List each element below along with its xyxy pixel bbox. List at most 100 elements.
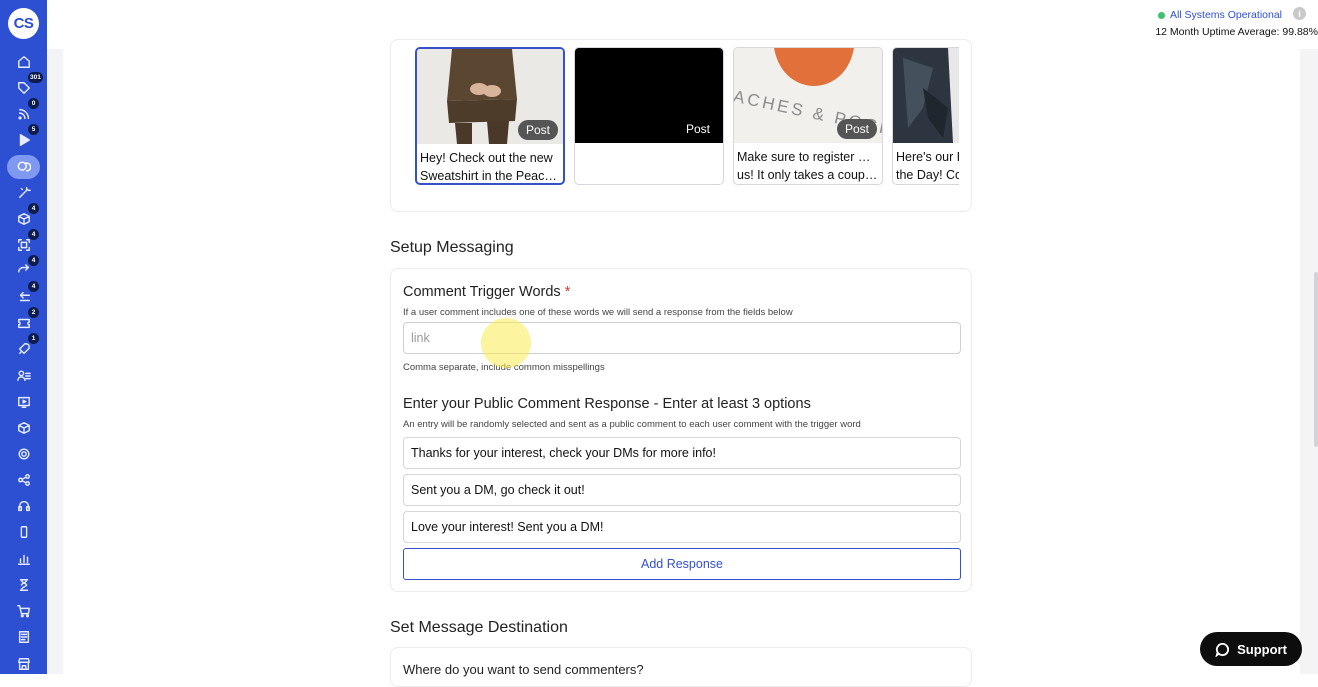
trigger-words-label: Comment Trigger Words * <box>403 284 570 300</box>
page: All Systems Operational i 12 Month Uptim… <box>47 0 1318 687</box>
sidebar-item-launch[interactable]: 1 <box>0 333 47 361</box>
badge: 301 <box>28 72 43 83</box>
public-response-label: Enter your Public Comment Response - Ent… <box>403 396 811 412</box>
trigger-words-hint: Comma separate, include common misspelli… <box>403 362 605 373</box>
main-content: Post Hey! Check out the new Sweatshirt i… <box>63 39 1300 687</box>
sidebar: CS 301 0 5 4 4 4 4 2 1 <box>0 0 47 674</box>
user-list-icon <box>16 370 31 382</box>
bar-chart-icon <box>17 554 30 565</box>
post-type-badge: Post <box>685 122 710 136</box>
post-caption <box>575 143 723 148</box>
badge: 4 <box>28 255 39 266</box>
cart-icon <box>16 605 30 618</box>
info-icon[interactable]: i <box>1293 7 1306 20</box>
app-logo[interactable]: CS <box>8 8 39 39</box>
sidebar-item-feeds[interactable]: 0 <box>0 98 47 126</box>
badge: 4 <box>28 281 39 292</box>
post-image <box>893 48 959 143</box>
post-selector-card: Post Hey! Check out the new Sweatshirt i… <box>390 39 972 212</box>
post-type-badge: Post <box>517 120 558 140</box>
post-card[interactable]: Here's our P the Day! Co <box>892 47 959 185</box>
sidebar-item-share[interactable] <box>0 468 47 492</box>
sidebar-item-analytics[interactable] <box>0 547 47 571</box>
message-destination-card: Where do you want to send commenters? <box>390 647 972 687</box>
magic-wand-icon <box>18 187 31 199</box>
badge: 4 <box>28 203 39 214</box>
post-thumbnail <box>893 48 959 143</box>
badge: 0 <box>28 98 39 109</box>
sidebar-item-products[interactable]: 4 <box>0 203 47 231</box>
store-icon <box>17 658 30 670</box>
caption-line: Make sure to register with <box>737 150 879 164</box>
post-card[interactable]: Post Hey! Check out the new Sweatshirt i… <box>415 47 565 185</box>
sidebar-item-comments[interactable] <box>0 155 47 179</box>
package-icon <box>17 422 30 434</box>
post-caption: Here's our P the Day! Co <box>893 143 959 184</box>
system-status[interactable]: All Systems Operational <box>1157 9 1282 21</box>
sidebar-item-returns[interactable]: 4 <box>0 281 47 309</box>
sidebar-item-store[interactable] <box>0 652 47 676</box>
sidebar-item-home[interactable] <box>0 50 47 74</box>
support-label: Support <box>1237 641 1287 657</box>
response-input[interactable] <box>403 437 961 469</box>
post-thumbnail: Post <box>575 48 723 143</box>
post-caption: Hey! Check out the new Sweatshirt in the… <box>417 144 563 183</box>
sidebar-item-settings[interactable] <box>0 442 47 466</box>
trigger-words-input[interactable] <box>403 322 961 354</box>
badge: 2 <box>28 307 39 318</box>
sidebar-item-customers[interactable] <box>0 364 47 388</box>
ticket-icon <box>17 318 30 329</box>
sidebar-item-tickets[interactable]: 2 <box>0 307 47 335</box>
headset-icon <box>17 500 30 512</box>
sidebar-item-scan[interactable]: 4 <box>0 229 47 257</box>
sidebar-item-tags[interactable]: 301 <box>0 72 47 100</box>
post-card[interactable]: Post <box>574 47 724 185</box>
sidebar-item-mobile[interactable] <box>0 520 47 544</box>
badge: 4 <box>28 229 39 240</box>
post-thumbnail: Post <box>417 49 563 144</box>
post-type-badge: Post <box>836 119 877 139</box>
tag-icon <box>17 82 30 94</box>
caption-line: the Day! Co <box>896 168 959 182</box>
message-destination-title: Set Message Destination <box>390 619 568 636</box>
sidebar-item-packages[interactable] <box>0 416 47 440</box>
chat-bubbles-icon <box>17 161 31 172</box>
post-carousel[interactable]: Post Hey! Check out the new Sweatshirt i… <box>415 47 959 187</box>
sidebar-item-support[interactable] <box>0 494 47 518</box>
response-input[interactable] <box>403 511 961 543</box>
required-mark: * <box>564 284 571 300</box>
scan-icon <box>17 239 30 251</box>
scrollbar[interactable] <box>1314 272 1318 447</box>
document-icon <box>18 631 29 643</box>
status-text: All Systems Operational <box>1169 9 1282 21</box>
sidebar-item-media[interactable]: 5 <box>0 124 47 152</box>
rss-icon <box>17 108 29 120</box>
sidebar-item-magic[interactable] <box>0 181 47 205</box>
public-response-help: An entry will be randomly selected and s… <box>403 419 861 430</box>
video-icon <box>17 396 30 408</box>
trigger-words-label-text: Comment Trigger Words <box>403 284 561 300</box>
return-arrow-icon <box>19 291 30 302</box>
uptime-text: 12 Month Uptime Average: 99.88% <box>1155 26 1318 38</box>
home-icon <box>17 56 30 68</box>
post-caption: Make sure to register with us! It only t… <box>734 143 882 184</box>
sidebar-item-shop[interactable] <box>0 599 47 623</box>
forward-arrow-icon <box>17 264 29 273</box>
response-input[interactable] <box>403 474 961 506</box>
sidebar-item-videos[interactable] <box>0 390 47 414</box>
setup-messaging-card: Comment Trigger Words * If a user commen… <box>390 268 972 592</box>
destination-question: Where do you want to send commenters? <box>403 662 644 677</box>
sidebar-item-forward[interactable]: 4 <box>0 255 47 283</box>
status-dot-icon <box>1157 11 1165 19</box>
trigger-words-help: If a user comment includes one of these … <box>403 307 793 318</box>
add-response-button[interactable]: Add Response <box>403 548 961 580</box>
post-thumbnail: ACHES & POCK Post <box>734 48 882 143</box>
box-icon <box>17 213 30 225</box>
caption-line: us! It only takes a coupl… <box>737 168 879 182</box>
mobile-icon <box>20 526 27 538</box>
sidebar-item-documents[interactable] <box>0 625 47 649</box>
sidebar-item-history[interactable] <box>0 573 47 597</box>
post-card[interactable]: ACHES & POCK Post Make sure to register … <box>733 47 883 185</box>
play-icon <box>19 134 30 146</box>
support-button[interactable]: Support <box>1200 632 1302 666</box>
